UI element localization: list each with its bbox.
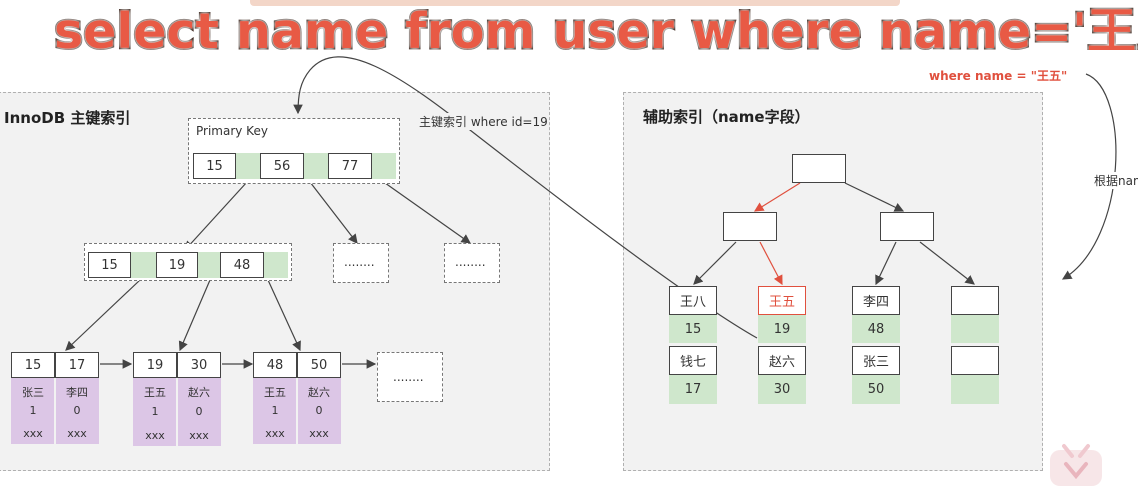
secondary-root-node bbox=[792, 154, 846, 183]
leaf1-row1-name: 张三 bbox=[22, 386, 44, 399]
sec-leaf4-top-name bbox=[951, 286, 999, 315]
leaf2-row2-flag: 0 bbox=[195, 405, 203, 418]
root-label: Primary Key bbox=[196, 124, 268, 138]
leaf2-key-2: 30 bbox=[177, 352, 221, 378]
sec-leaf1-top-id: 15 bbox=[684, 322, 702, 337]
leaf2-key-1: 19 bbox=[133, 352, 177, 378]
watermark-logo-icon bbox=[1050, 444, 1102, 486]
level2-key-1: 15 bbox=[88, 252, 131, 278]
leaf1-row2-name: 李四 bbox=[66, 386, 88, 399]
leaf2-row2-data: xxx bbox=[189, 429, 209, 442]
leaf1-row2-flag: 0 bbox=[73, 404, 81, 417]
leaf1-row1-data: xxx bbox=[23, 427, 43, 440]
leaf2-row1-flag: 1 bbox=[151, 405, 159, 418]
secondary-inner-left bbox=[723, 212, 777, 241]
root-pointer-2 bbox=[304, 153, 328, 179]
edge-l2-leaf2 bbox=[178, 279, 211, 352]
side-note: 根据nam bbox=[1094, 172, 1138, 189]
edge-sec-root-right bbox=[844, 182, 905, 212]
sec-leaf3-top-name: 李四 bbox=[852, 286, 900, 315]
sec-leaf3-top-id: 48 bbox=[867, 322, 885, 337]
leaf3-row1-flag: 1 bbox=[271, 404, 279, 417]
edge-l2-leaf3 bbox=[267, 279, 301, 352]
leaf3-row1-name: 王五 bbox=[264, 386, 286, 399]
level2-key-3: 48 bbox=[220, 252, 264, 278]
sec-leaf2-top-name: 王五 bbox=[758, 286, 806, 315]
level2-pointer-2 bbox=[198, 252, 220, 278]
where-label: where name = "王五" bbox=[929, 69, 1068, 83]
root-key-3: 77 bbox=[328, 153, 372, 179]
leaf1-key-2: 17 bbox=[55, 352, 99, 378]
root-pointer-3 bbox=[372, 153, 396, 179]
sec-leaf3-bottom-id: 50 bbox=[867, 382, 885, 397]
sec-leaf4-bottom-id-bg bbox=[951, 375, 999, 404]
sec-leaf4-bottom-name bbox=[951, 346, 999, 375]
edge-sec-root-left bbox=[753, 182, 801, 212]
leaf1-key-1: 15 bbox=[11, 352, 55, 378]
primary-lookup-annotation: 主键索引 where id=19 bbox=[419, 113, 548, 130]
sec-leaf1-bottom-name: 钱七 bbox=[669, 346, 717, 375]
leaf-ellipsis-text: ........ bbox=[393, 370, 424, 384]
sec-leaf2-top-id: 19 bbox=[773, 322, 791, 337]
leaf2-row2-name: 赵六 bbox=[188, 386, 210, 399]
leaf1-row2-data: xxx bbox=[67, 427, 87, 440]
leaf3-row2-name: 赵六 bbox=[308, 386, 330, 399]
leaf3-row1-data: xxx bbox=[265, 427, 285, 440]
level2-pointer-1 bbox=[131, 252, 156, 278]
ellipsis-text-2: ........ bbox=[455, 255, 486, 269]
sec-leaf2-bottom-name: 赵六 bbox=[758, 346, 806, 375]
edge-root-l2 bbox=[184, 181, 248, 251]
leaf1-row1-flag: 1 bbox=[29, 404, 37, 417]
leaf3-key-1: 48 bbox=[253, 352, 297, 378]
edge-sec-r-leaf3 bbox=[875, 241, 897, 286]
ellipsis-text-1: ........ bbox=[344, 255, 375, 269]
root-key-1: 15 bbox=[193, 153, 236, 179]
edge-l2-leaf1 bbox=[65, 279, 141, 351]
leaf3-row2-flag: 0 bbox=[315, 404, 323, 417]
sec-leaf2-bottom-id: 30 bbox=[773, 382, 791, 397]
edge-sec-l-leaf1 bbox=[693, 241, 737, 285]
level2-pointer-3 bbox=[264, 252, 288, 278]
root-key-2: 56 bbox=[260, 153, 304, 179]
leaf2-row1-data: xxx bbox=[145, 429, 165, 442]
sec-leaf1-top-name: 王八 bbox=[669, 286, 717, 315]
leaf3-row2-data: xxx bbox=[309, 427, 329, 440]
sec-leaf1-bottom-id: 17 bbox=[684, 382, 702, 397]
leaf3-key-2: 50 bbox=[297, 352, 341, 378]
leaf2-row1-name: 王五 bbox=[144, 386, 166, 399]
edge-sec-l-leaf2 bbox=[759, 241, 783, 286]
edge-root-ellipsis2 bbox=[377, 177, 471, 244]
sec-leaf3-bottom-name: 张三 bbox=[852, 346, 900, 375]
secondary-inner-right bbox=[880, 212, 934, 241]
level2-key-2: 19 bbox=[156, 252, 198, 278]
edge-root-ellipsis1 bbox=[309, 181, 358, 244]
edge-sec-r-leaf4 bbox=[919, 241, 975, 285]
sec-leaf4-top-id-bg bbox=[951, 315, 999, 343]
root-pointer-1 bbox=[236, 153, 260, 179]
